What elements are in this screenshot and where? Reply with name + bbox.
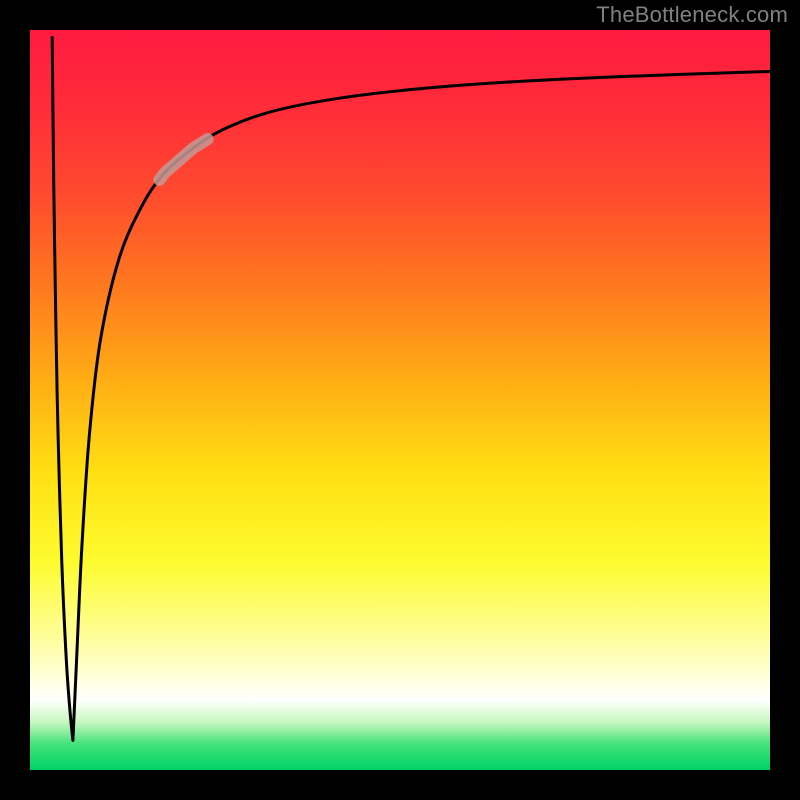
plot-area — [30, 30, 770, 770]
chart-svg — [30, 30, 770, 770]
watermark-text: TheBottleneck.com — [596, 2, 788, 28]
chart-frame: TheBottleneck.com — [0, 0, 800, 800]
gradient-background — [30, 30, 770, 770]
